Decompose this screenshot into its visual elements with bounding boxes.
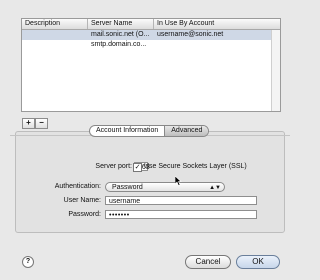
- add-server-button[interactable]: +: [22, 118, 35, 129]
- server-port-label: Server port:: [95, 163, 132, 170]
- ssl-checkbox[interactable]: ✓: [133, 163, 142, 172]
- authentication-value: Password: [112, 184, 143, 191]
- server-name-cell: smtp.domain.co...: [91, 41, 147, 48]
- column-header-description[interactable]: Description: [22, 19, 88, 29]
- authentication-popup[interactable]: Password ▲▼: [105, 182, 225, 192]
- column-header-server-name[interactable]: Server Name: [88, 19, 154, 29]
- description-cell: [22, 40, 88, 50]
- server-name-cell: mail.sonic.net (O...: [91, 31, 150, 38]
- smtp-server-list-sheet: Description Server Name In Use By Accoun…: [10, 10, 290, 272]
- description-cell: [22, 30, 88, 40]
- password-field[interactable]: •••••••: [105, 210, 257, 219]
- tab-bar: Account Information Advanced: [89, 125, 210, 137]
- authentication-label: Authentication:: [54, 183, 101, 190]
- vertical-scrollbar[interactable]: [271, 30, 280, 111]
- tab-account-information[interactable]: Account Information: [90, 126, 164, 136]
- cancel-button[interactable]: Cancel: [185, 255, 231, 269]
- tab-advanced[interactable]: Advanced: [164, 126, 209, 136]
- popup-arrows-icon: ▲▼: [209, 185, 221, 191]
- table-row[interactable]: smtp.domain.co...: [22, 40, 280, 50]
- table-row[interactable]: mail.sonic.net (O... username@sonic.net: [22, 30, 280, 40]
- user-name-label: User Name:: [63, 197, 101, 204]
- ok-button[interactable]: OK: [236, 255, 280, 269]
- column-header-in-use-by[interactable]: In Use By Account: [154, 19, 280, 29]
- table-header: Description Server Name In Use By Accoun…: [22, 19, 280, 30]
- help-button[interactable]: ?: [22, 256, 34, 268]
- remove-server-button[interactable]: −: [35, 118, 48, 129]
- mouse-pointer-icon: [175, 176, 182, 186]
- server-table: Description Server Name In Use By Accoun…: [21, 18, 281, 112]
- in-use-by-cell: [154, 40, 280, 50]
- password-label: Password:: [68, 211, 101, 218]
- user-name-field[interactable]: username: [105, 196, 257, 205]
- ssl-label[interactable]: Use Secure Sockets Layer (SSL): [144, 163, 247, 170]
- in-use-by-cell: username@sonic.net: [157, 31, 224, 38]
- advanced-settings-panel: Server port: 465 ✓ Use Secure Sockets La…: [15, 131, 285, 233]
